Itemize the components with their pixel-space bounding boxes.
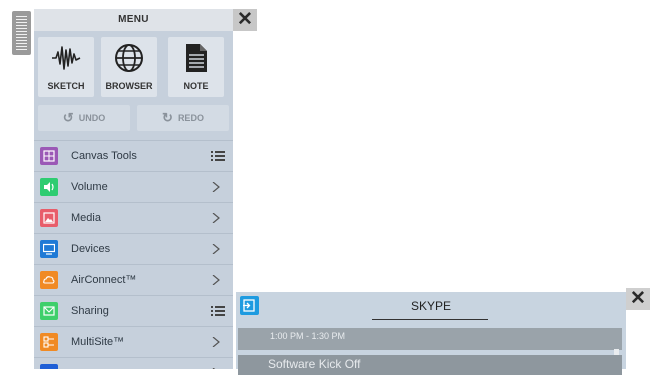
menu-item-label: Volume [71, 181, 108, 193]
share-icon [40, 302, 58, 320]
menu-title: MENU [118, 14, 149, 25]
globe-small-icon [40, 364, 58, 369]
menu-panel: MENU SKETCH BROWSER NOTE ↺ UNDO ↻ REDO C… [34, 9, 233, 369]
menu-item-label: MultiSite™ [71, 336, 125, 348]
close-icon: ✕ [237, 9, 253, 30]
menu-item-devices[interactable]: Devices [34, 233, 233, 264]
menu-item-label: Canvas Tools [71, 150, 137, 162]
browser-label: BROWSER [105, 81, 153, 91]
list-icon [211, 306, 225, 316]
chevron-right-icon [212, 213, 220, 223]
grip-icon [16, 16, 27, 50]
skype-panel: SKYPE 1:00 PM - 1:30 PM Software Kick Of… [236, 292, 626, 375]
menu-item-label: Sharing [71, 305, 109, 317]
chevron-right-icon [212, 182, 220, 192]
close-icon: ✕ [630, 288, 646, 309]
menu-item-canvas-tools[interactable]: Canvas Tools [34, 140, 233, 171]
menu-item-partial[interactable] [34, 357, 233, 369]
title-underline [372, 319, 488, 320]
globe-icon [115, 44, 143, 72]
menu-item-label: AirConnect™ [71, 274, 137, 286]
list-icon [211, 151, 225, 161]
browser-button[interactable]: BROWSER [101, 37, 157, 97]
cloud-icon [40, 271, 58, 289]
menu-item-sharing[interactable]: Sharing [34, 295, 233, 326]
sketch-button[interactable]: SKETCH [38, 37, 94, 97]
redo-button[interactable]: ↻ REDO [137, 105, 229, 131]
skype-title: SKYPE [410, 299, 452, 313]
monitor-icon [40, 240, 58, 258]
menu-close-button[interactable]: ✕ [233, 9, 257, 31]
menu-item-volume[interactable]: Volume [34, 171, 233, 202]
note-button[interactable]: NOTE [168, 37, 224, 97]
undo-button[interactable]: ↺ UNDO [38, 105, 130, 131]
chevron-right-icon [212, 244, 220, 254]
image-icon [40, 209, 58, 227]
menu-item-label: Devices [71, 243, 111, 255]
redo-label: REDO [177, 113, 204, 123]
meeting-item[interactable]: Software Kick Off [238, 355, 622, 375]
waveform-icon [52, 46, 81, 70]
meeting-time-bar: 1:00 PM - 1:30 PM [238, 328, 622, 350]
redo-icon: ↻ [162, 110, 173, 125]
undo-icon: ↺ [62, 110, 74, 125]
menu-item-multisite[interactable]: MultiSite™ [34, 326, 233, 357]
undo-label: UNDO [78, 113, 106, 123]
multisite-icon [40, 333, 58, 351]
menu-item-label: Media [71, 212, 101, 224]
note-label: NOTE [183, 81, 209, 91]
chevron-right-icon [212, 275, 220, 285]
document-icon [186, 44, 207, 72]
drag-handle[interactable] [12, 11, 31, 55]
menu-header: MENU [34, 9, 233, 31]
speaker-icon [40, 178, 58, 196]
sketch-label: SKETCH [47, 81, 85, 91]
menu-item-media[interactable]: Media [34, 202, 233, 233]
grid-icon [40, 147, 58, 165]
skype-close-button[interactable]: ✕ [626, 288, 650, 310]
meeting-time: 1:00 PM - 1:30 PM [270, 331, 346, 341]
chevron-right-icon [212, 337, 220, 347]
menu-item-airconnect[interactable]: AirConnect™ [34, 264, 233, 295]
